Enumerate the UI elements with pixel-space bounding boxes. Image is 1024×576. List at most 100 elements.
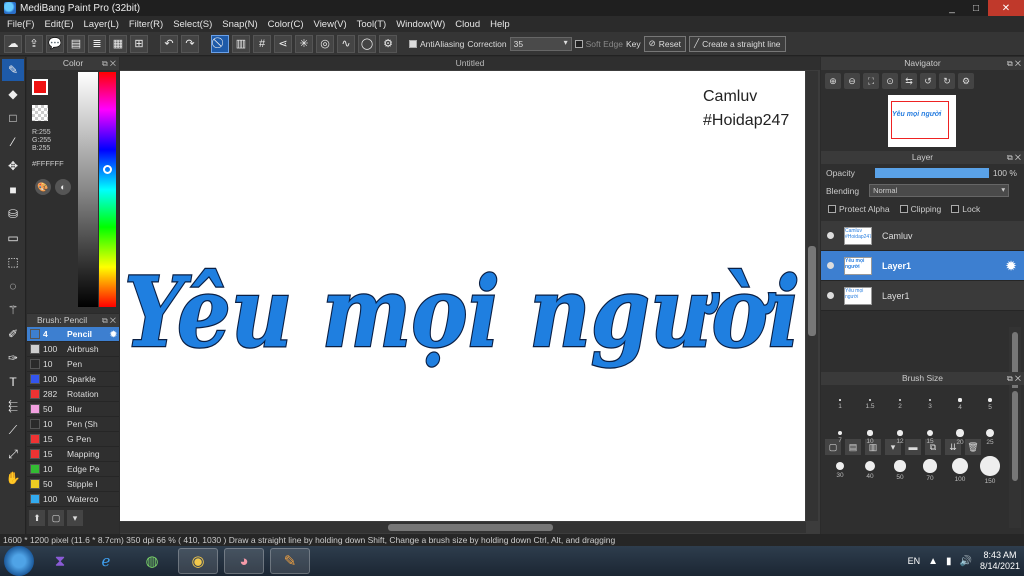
operation-tool-icon[interactable]: ⬱ bbox=[2, 395, 24, 417]
menu-tool[interactable]: Tool(T) bbox=[352, 19, 392, 30]
menu-edit[interactable]: Edit(E) bbox=[39, 19, 78, 30]
opacity-slider[interactable] bbox=[874, 168, 989, 178]
document-icon[interactable]: ▤ bbox=[67, 34, 85, 53]
palette-icon[interactable]: 🎨 bbox=[35, 179, 51, 195]
brush-size-option[interactable]: 4 bbox=[945, 388, 975, 421]
eraser-tool-icon[interactable]: ◆ bbox=[2, 83, 24, 105]
brush-size-option[interactable]: 12 bbox=[885, 421, 915, 454]
panel-close-icon[interactable]: ⧉ ✕ bbox=[102, 314, 116, 327]
select-tool-icon[interactable]: ⬚ bbox=[2, 251, 24, 273]
brush-item[interactable]: 15 G Pen bbox=[27, 432, 119, 447]
circle-snap-icon[interactable]: ◯ bbox=[358, 34, 376, 53]
layer-row[interactable]: Yêu mọi người Layer1 ✹ bbox=[821, 251, 1024, 281]
menu-file[interactable]: File(F) bbox=[2, 19, 39, 30]
menu-color[interactable]: Color(C) bbox=[263, 19, 309, 30]
brush-size-option[interactable]: 1 bbox=[825, 388, 855, 421]
layer-visibility-icon[interactable] bbox=[827, 262, 834, 269]
canvas-horizontal-scrollbar[interactable] bbox=[120, 522, 806, 533]
start-button-icon[interactable] bbox=[4, 546, 34, 576]
language-indicator[interactable]: EN bbox=[908, 556, 921, 566]
add-brush-icon[interactable]: ⬆ bbox=[29, 510, 45, 526]
brush-item[interactable]: 10 Pen bbox=[27, 357, 119, 372]
redo-icon[interactable]: ↷ bbox=[181, 34, 199, 53]
panel-close-icon[interactable]: ⧉ ✕ bbox=[1007, 372, 1021, 385]
soft-edge-checkbox[interactable] bbox=[574, 39, 583, 48]
transparent-color-swatch[interactable] bbox=[32, 105, 48, 121]
straight-line-button[interactable]: ╱ Create a straight line bbox=[688, 35, 786, 52]
panel-close-icon[interactable]: ⧉ ✕ bbox=[1007, 151, 1021, 164]
menu-snap[interactable]: Snap(N) bbox=[217, 19, 262, 30]
lock-toggle[interactable]: Lock bbox=[951, 204, 980, 214]
brush-size-option[interactable]: 7 bbox=[825, 421, 855, 454]
brush-item[interactable]: 100 Waterco bbox=[27, 492, 119, 507]
menu-cloud[interactable]: Cloud bbox=[450, 19, 485, 30]
brush-tool-icon[interactable]: ✎ bbox=[2, 59, 24, 81]
hand-tool-icon[interactable]: ✋ bbox=[2, 467, 24, 489]
snap-settings-icon[interactable]: ⚙ bbox=[379, 34, 397, 53]
brush-settings-icon[interactable]: ✹ bbox=[110, 329, 117, 340]
brush-size-option[interactable]: 5 bbox=[975, 388, 1005, 421]
brush-item[interactable]: 15 Mapping bbox=[27, 447, 119, 462]
concentric-snap-icon[interactable]: ◎ bbox=[316, 34, 334, 53]
radial-snap-icon[interactable]: ✳ bbox=[295, 34, 313, 53]
snap-off-icon[interactable]: ⃠ bbox=[211, 34, 229, 53]
paint-icon[interactable]: ✎ bbox=[270, 548, 310, 574]
brush-size-option[interactable]: 40 bbox=[855, 454, 885, 487]
brush-item[interactable]: 100 Sparkle bbox=[27, 372, 119, 387]
brush-item[interactable]: 10 Edge Pe bbox=[27, 462, 119, 477]
brush-item[interactable]: 4 Pencil ✹ bbox=[27, 327, 119, 342]
brush-size-option[interactable]: 100 bbox=[945, 454, 975, 487]
upload-icon[interactable]: ⇪ bbox=[25, 34, 43, 53]
divide-tool-icon[interactable]: ⤢ bbox=[2, 443, 24, 465]
layer-row[interactable]: Camluv #Hoidap247 Camluv bbox=[821, 221, 1024, 251]
navigator-preview[interactable]: Yêu mọi người bbox=[888, 95, 956, 147]
new-brush-icon[interactable]: ▢ bbox=[48, 510, 64, 526]
fill-rect-icon[interactable]: ■ bbox=[2, 179, 24, 201]
antialiasing-checkbox[interactable] bbox=[409, 39, 417, 48]
foreground-color-swatch[interactable] bbox=[32, 79, 48, 95]
cross-snap-icon[interactable]: # bbox=[253, 34, 271, 53]
canvas-vertical-scrollbar[interactable] bbox=[806, 71, 818, 521]
brush-size-option[interactable]: 150 bbox=[975, 454, 1005, 487]
antialiasing-toggle[interactable]: AntiAliasing bbox=[409, 39, 464, 49]
zoom-in-icon[interactable]: ⊕ bbox=[825, 73, 841, 89]
color-history-icon[interactable]: ◐ bbox=[55, 179, 71, 195]
chrome-icon[interactable]: ◉ bbox=[178, 548, 218, 574]
brush-item[interactable]: 50 Stipple I bbox=[27, 477, 119, 492]
brush-size-option[interactable]: 30 bbox=[825, 454, 855, 487]
brush-size-option[interactable]: 70 bbox=[915, 454, 945, 487]
parallel-snap-icon[interactable]: ▥ bbox=[232, 34, 250, 53]
zoom-reset-icon[interactable]: ⊙ bbox=[882, 73, 898, 89]
saturation-value-bar[interactable] bbox=[78, 72, 98, 307]
gradient-tool-icon[interactable]: ▭ bbox=[2, 227, 24, 249]
brush-size-option[interactable]: 10 bbox=[855, 421, 885, 454]
brush-menu-icon[interactable]: ▾ bbox=[67, 510, 83, 526]
layer-visibility-icon[interactable] bbox=[827, 292, 834, 299]
hue-slider-knob[interactable] bbox=[103, 165, 112, 174]
layer-settings-icon[interactable]: ✹ bbox=[1006, 259, 1016, 273]
horizontal-scroll-thumb[interactable] bbox=[388, 524, 553, 531]
cloud-icon[interactable]: ☁ bbox=[4, 34, 22, 53]
brush-size-option[interactable]: 2 bbox=[885, 388, 915, 421]
bucket-tool-icon[interactable]: ⛁ bbox=[2, 203, 24, 225]
panel-close-icon[interactable]: ⧉ ✕ bbox=[102, 57, 116, 70]
viewport-frame[interactable] bbox=[891, 101, 949, 139]
rect-tool-icon[interactable]: □ bbox=[2, 107, 24, 129]
close-button[interactable]: ✕ bbox=[988, 0, 1024, 16]
clipping-checkbox[interactable] bbox=[899, 205, 908, 213]
lock-checkbox[interactable] bbox=[951, 205, 960, 213]
soft-edge-toggle[interactable]: Soft Edge bbox=[574, 39, 623, 49]
rotate-left-icon[interactable]: ↺ bbox=[920, 73, 936, 89]
select-pen-icon[interactable]: ✐ bbox=[2, 323, 24, 345]
flip-icon[interactable]: ⇆ bbox=[901, 73, 917, 89]
tray-arrow-icon[interactable]: ▲ bbox=[928, 556, 938, 567]
menu-filter[interactable]: Filter(R) bbox=[124, 19, 168, 30]
select-eraser-icon[interactable]: ✑ bbox=[2, 347, 24, 369]
protect-alpha-checkbox[interactable] bbox=[828, 205, 836, 213]
menu-layer[interactable]: Layer(L) bbox=[79, 19, 124, 30]
correction-select[interactable]: 35 bbox=[509, 36, 572, 51]
internet-explorer-icon[interactable]: ℯ bbox=[86, 548, 126, 574]
network-icon[interactable]: ▮ bbox=[946, 556, 952, 567]
brush-size-option[interactable]: 15 bbox=[915, 421, 945, 454]
curve-snap-icon[interactable]: ∿ bbox=[337, 34, 355, 53]
